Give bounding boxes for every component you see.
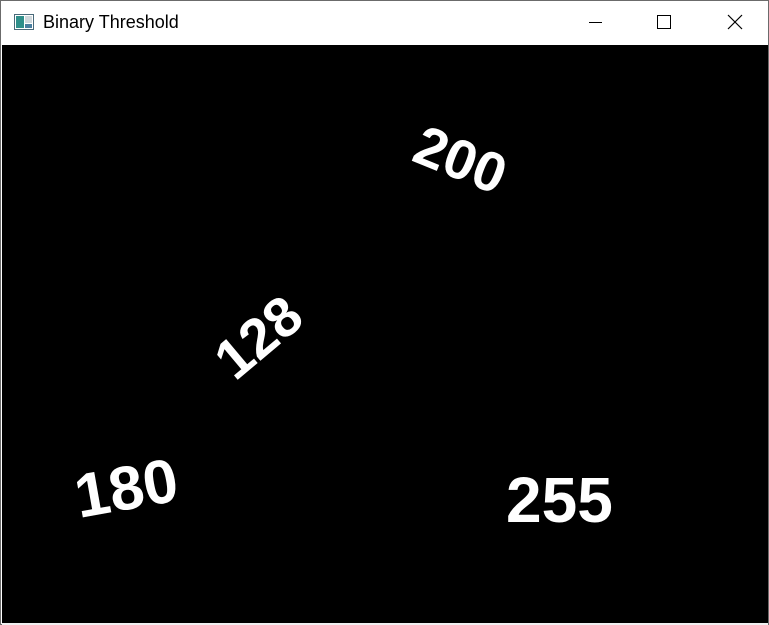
- close-icon: [727, 14, 743, 30]
- threshold-image: 200 128 180 255: [2, 45, 768, 623]
- title-bar[interactable]: Binary Threshold: [1, 1, 768, 45]
- opencv-window-icon: [14, 14, 34, 30]
- app-window: Binary Threshold 200 128 180 255: [0, 0, 769, 625]
- maximize-icon: [657, 15, 671, 29]
- threshold-image-svg: 200 128 180 255: [69, 113, 613, 536]
- number-label-255: 255: [506, 464, 613, 536]
- close-button[interactable]: [711, 1, 757, 45]
- number-label-128: 128: [202, 283, 314, 391]
- maximize-button[interactable]: [640, 1, 686, 45]
- number-label-180: 180: [69, 446, 183, 532]
- number-label-200: 200: [406, 113, 516, 206]
- minimize-icon: [589, 22, 602, 23]
- minimize-button[interactable]: [572, 1, 618, 45]
- window-title: Binary Threshold: [43, 12, 179, 32]
